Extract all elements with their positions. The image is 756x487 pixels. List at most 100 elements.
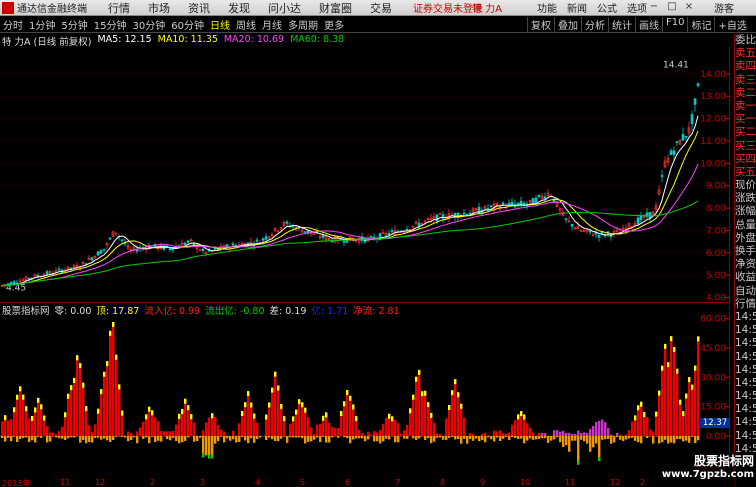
candle-body [438, 213, 442, 216]
inflow-peak-cap [352, 404, 355, 410]
side-panel-item: 14:56 [735, 429, 756, 442]
analysis-button[interactable]: 分析 [581, 17, 608, 32]
outflow-bar [130, 435, 133, 441]
inflow-peak-cap [70, 385, 73, 391]
menu-trade[interactable]: 交易 [361, 0, 401, 16]
inflow-peak-cap [73, 377, 76, 383]
outflow-bar [604, 435, 607, 440]
candle-body [531, 198, 535, 205]
candle-body [255, 239, 259, 242]
menu-function[interactable]: 功能 [532, 0, 562, 15]
add-watchlist-button[interactable]: +自选 [714, 17, 749, 32]
menu-wealth[interactable]: 财富圈 [310, 0, 361, 16]
outflow-bar [298, 435, 301, 438]
inflow-peak-cap [673, 347, 676, 353]
inflow-bar [172, 430, 175, 436]
restore-icon[interactable]: □ [667, 1, 677, 13]
indicator-name[interactable]: 股票指标网 [2, 303, 50, 317]
kline-svg: 14.00 13.00 12.00 11.00 10.00 9.00 8.00 7.00 6.0… [0, 61, 730, 304]
inflow-peak-cap [187, 405, 190, 411]
outflow-bar [46, 435, 49, 443]
period-weekly[interactable]: 周线 [233, 17, 259, 32]
side-panel-item: 涨跌 [735, 192, 756, 205]
inflow-bar [604, 422, 607, 436]
menu-quotes[interactable]: 行情 [99, 0, 139, 16]
menu-options[interactable]: 选项 [622, 0, 652, 15]
draw-button[interactable]: 画线 [635, 17, 662, 32]
outflow-bar [286, 435, 289, 443]
inflow-peak-cap [517, 414, 520, 420]
period-5min[interactable]: 5分钟 [58, 17, 90, 32]
inflow-peak-cap [274, 371, 277, 377]
outflow-bar [505, 435, 508, 437]
outflow-bar [388, 435, 391, 440]
inflow-peak-cap [298, 399, 301, 405]
overlay-button[interactable]: 叠加 [554, 17, 581, 32]
period-1min[interactable]: 1分钟 [26, 17, 58, 32]
price-axis-label: 10.00 [700, 159, 726, 169]
close-icon[interactable]: × [684, 1, 694, 13]
inflow-peak-cap [391, 416, 394, 422]
candle-body [108, 237, 112, 240]
date-tick: 11 [565, 478, 576, 487]
period-multi[interactable]: 多周期 [285, 17, 321, 32]
outflow-bar [94, 435, 97, 438]
inflow-peak-cap [421, 391, 424, 397]
side-panel-item: 买四 [735, 152, 756, 165]
menu-ask[interactable]: 问小达 [259, 0, 310, 16]
menu-market[interactable]: 市场 [139, 0, 179, 16]
adjust-button[interactable]: 复权 [527, 17, 554, 32]
period-tick[interactable]: 分时 [0, 17, 26, 32]
inflow-bar [583, 432, 586, 436]
menu-news[interactable]: 资讯 [179, 0, 219, 16]
period-daily[interactable]: 日线 [207, 17, 233, 32]
inflow-bar [484, 432, 487, 436]
inflow-bar [628, 430, 631, 436]
sub-axis-label: 45.00 [700, 344, 726, 354]
inflow-peak-cap [418, 369, 421, 375]
menu-news-right[interactable]: 新闻 [562, 0, 592, 15]
inflow-bar [289, 423, 292, 436]
inflow-peak-cap [34, 407, 37, 413]
inflow-bar [70, 385, 73, 436]
minimize-icon[interactable]: − [649, 1, 659, 13]
price-axis-label: 13.00 [700, 92, 726, 102]
mark-button[interactable]: 标记 [687, 17, 714, 32]
ma20-line [1, 163, 699, 286]
menu-discover[interactable]: 发现 [219, 0, 259, 16]
outflow-bar [214, 435, 217, 444]
inflow-peak-cap [343, 401, 346, 407]
inflow-bar [529, 427, 532, 436]
inflow-bar [592, 425, 595, 436]
period-more[interactable]: 更多 [321, 17, 347, 32]
inflow-bar [574, 434, 577, 436]
period-15min[interactable]: 15分钟 [91, 17, 130, 32]
inflow-peak-cap [265, 414, 268, 420]
outflow-bar [124, 435, 127, 438]
date-tick: 12 [95, 478, 106, 487]
f10-button[interactable]: F10 [662, 17, 687, 32]
outflow-bar [328, 435, 331, 443]
inflow-bar [127, 431, 130, 436]
fund-flow-chart[interactable]: 60.0045.0030.0015.000.00-15.00 [0, 302, 730, 478]
outflow-bar [205, 435, 208, 456]
kline-chart[interactable]: 14.00 13.00 12.00 11.00 10.00 9.00 8.00 7.00 6.0… [0, 47, 730, 304]
outflow-bar [481, 435, 484, 441]
outflow-bar [616, 435, 619, 438]
side-panel-item: 14:56 [735, 363, 756, 376]
period-60min[interactable]: 60分钟 [168, 17, 207, 32]
stats-button[interactable]: 统计 [608, 17, 635, 32]
inflow-bar [58, 431, 61, 436]
inflow-peak-cap [451, 390, 454, 396]
inflow-peak-cap [292, 416, 295, 422]
candle-body [693, 98, 697, 105]
menu-formula[interactable]: 公式 [592, 0, 622, 15]
inflow-peak-cap [634, 415, 637, 421]
period-30min[interactable]: 30分钟 [129, 17, 168, 32]
side-panel-item: 现价 [735, 179, 756, 192]
inflow-peak-cap [388, 413, 391, 419]
guest-label[interactable]: 游客 [714, 0, 734, 15]
inflow-bar [556, 430, 559, 436]
period-monthly[interactable]: 月线 [259, 17, 285, 32]
price-axis-label: 14.00 [700, 70, 726, 80]
